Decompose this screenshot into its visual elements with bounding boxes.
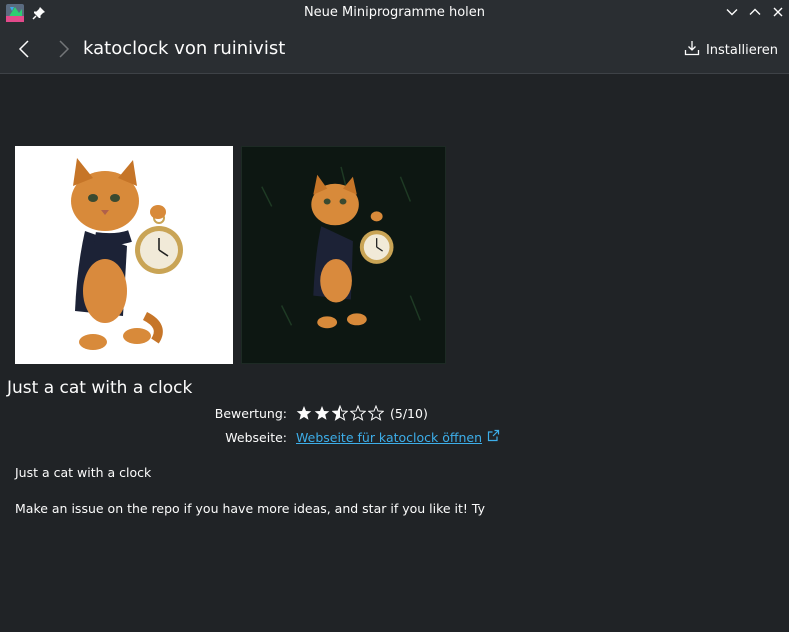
install-button[interactable]: Installieren [684,39,778,61]
minimize-button[interactable] [725,5,739,19]
description-line-1: Just a cat with a clock [15,465,152,480]
website-link[interactable]: Webseite für katoclock öffnen [296,429,500,445]
rating-stars: (5/10) [296,404,428,421]
preview-image-2[interactable] [241,146,446,364]
page-header: katoclock von ruinivist Installieren [0,26,789,74]
rating-label: Bewertung: [214,406,287,421]
star-full-icon [314,405,330,421]
star-empty-icon [367,404,385,421]
maximize-button[interactable] [748,5,762,19]
website-label: Webseite: [225,430,287,445]
download-icon [684,40,700,60]
description-line-2: Make an issue on the repo if you have mo… [15,501,485,516]
window-titlebar: Neue Miniprogramme holen [0,0,789,26]
page-title: katoclock von ruinivist [83,38,286,59]
website-link-text: Webseite für katoclock öffnen [296,429,483,445]
back-button[interactable] [14,38,36,60]
close-button[interactable] [771,5,785,19]
star-half-icon [331,404,349,421]
forward-button[interactable] [52,38,74,60]
preview-image-1[interactable] [15,146,233,364]
rating-value: (5/10) [390,405,428,421]
window-title: Neue Miniprogramme holen [303,5,486,20]
star-empty-icon [349,404,367,421]
star-full-icon [296,405,312,421]
install-label: Installieren [705,42,778,58]
package-name: Just a cat with a clock [7,378,193,398]
external-link-icon [487,429,500,445]
